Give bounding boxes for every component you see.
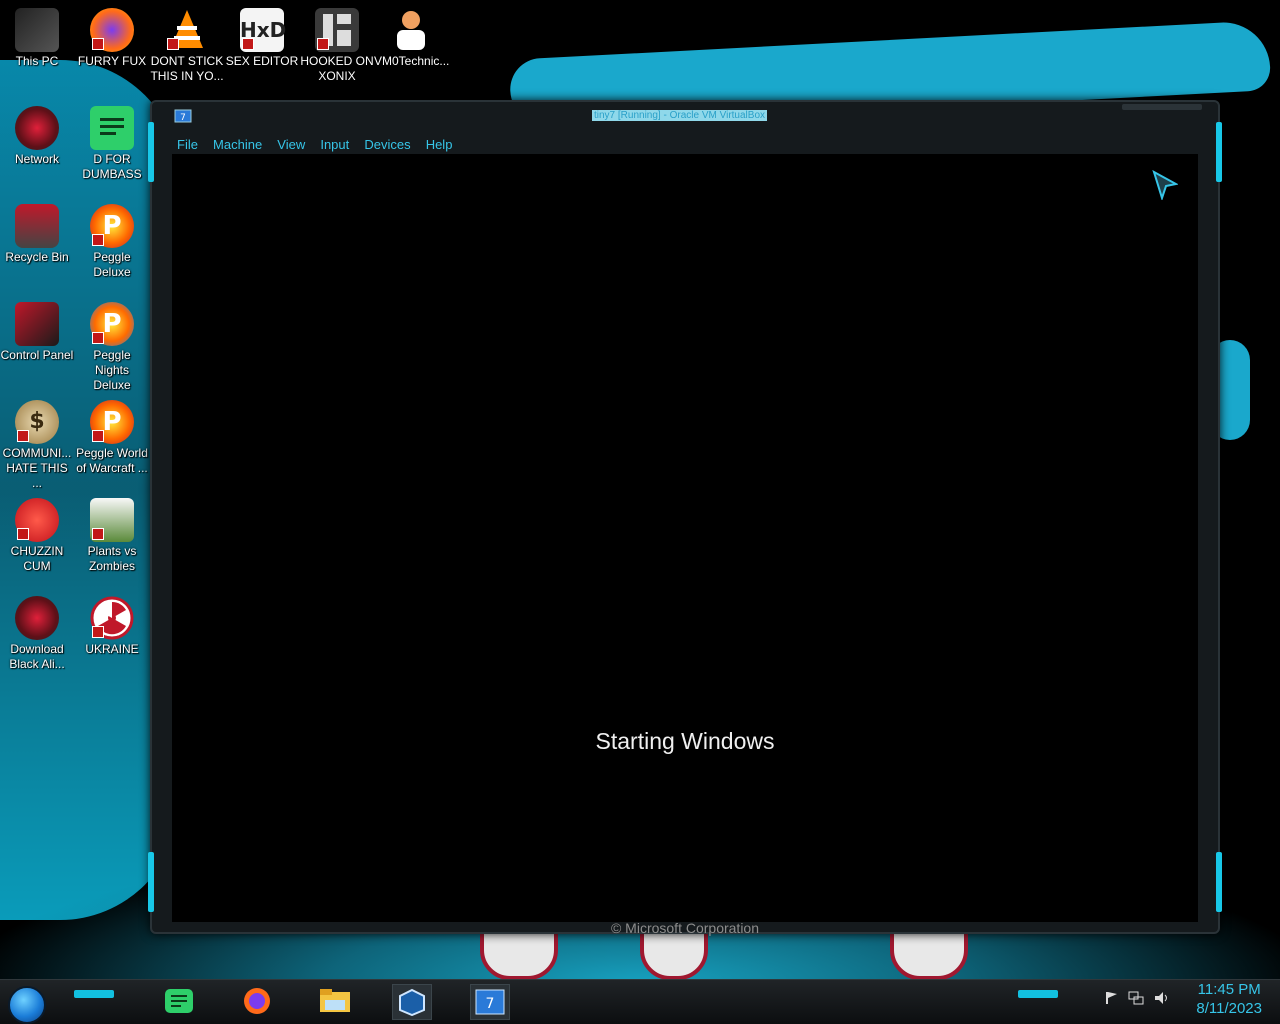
network-icon — [15, 106, 59, 150]
chuzzle-icon — [15, 498, 59, 542]
doctor-icon — [389, 8, 433, 52]
taskbar-explorer-button[interactable] — [316, 984, 354, 1018]
clock-time: 11:45 PM — [1197, 981, 1261, 998]
virtualbox-icon — [399, 988, 425, 1016]
desktop-icon-peggle-deluxe[interactable]: P Peggle Deluxe — [75, 204, 149, 280]
peggle-nights-icon: P — [90, 302, 134, 346]
xonix-icon — [315, 8, 359, 52]
file-explorer-icon — [320, 989, 350, 1012]
peggle-wow-icon: P — [90, 400, 134, 444]
svg-text:7: 7 — [180, 113, 186, 123]
virtualbox-window[interactable]: 7 tiny7 [Running] - Oracle VM VirtualBox… — [148, 100, 1222, 936]
desktop-icon-plants-vs-zombies[interactable]: Plants vs Zombies — [75, 498, 149, 574]
taskbar-decoration — [1018, 990, 1058, 998]
control-panel-icon — [15, 302, 59, 346]
system-tray — [1104, 990, 1170, 1009]
menu-machine[interactable]: Machine — [208, 136, 267, 154]
taskbar-virtualbox-button[interactable] — [392, 984, 432, 1020]
desktop-icon-furry-fux[interactable]: FURRY FUX — [75, 8, 149, 69]
frame-accent — [1216, 122, 1222, 182]
menu-file[interactable]: File — [172, 136, 203, 154]
firefox-icon — [244, 988, 270, 1014]
alien-icon — [15, 596, 59, 640]
windows7-vm-icon: 7 — [475, 989, 505, 1015]
taskbar-decoration — [74, 990, 114, 998]
desktop-icon-recycle-bin[interactable]: Recycle Bin — [0, 204, 74, 265]
menu-bar: File Machine View Input Devices Help — [172, 134, 1198, 156]
taskbar-vm-button[interactable]: 7 — [470, 984, 510, 1020]
menu-input[interactable]: Input — [315, 136, 354, 154]
peggle-icon: P — [90, 204, 134, 248]
network-tray-icon[interactable] — [1128, 990, 1144, 1009]
window-title: tiny7 [Running] - Oracle VM VirtualBox — [592, 110, 768, 121]
mouse-cursor-icon — [1152, 169, 1179, 204]
desktop-icon-chuzzin-cum[interactable]: CHUZZIN CUM — [0, 498, 74, 574]
taskbar-notes-button[interactable] — [160, 984, 198, 1018]
notes-icon — [165, 989, 193, 1013]
clock[interactable]: 11:45 PM 8/11/2023 — [1196, 980, 1262, 1018]
recycle-bin-icon — [15, 204, 59, 248]
boot-status-text: Starting Windows — [595, 728, 775, 754]
desktop-icon-peggle-nights[interactable]: P Peggle Nights Deluxe — [75, 302, 149, 393]
clock-date: 8/11/2023 — [1196, 1000, 1262, 1017]
svg-text:7: 7 — [486, 996, 495, 1012]
computer-icon — [15, 8, 59, 52]
taskbar-firefox-button[interactable] — [238, 984, 276, 1018]
desktop-icon-communi[interactable]: $ COMMUNI... HATE THIS ... — [0, 400, 74, 491]
menu-devices[interactable]: Devices — [359, 136, 415, 154]
plants-vs-zombies-icon — [90, 498, 134, 542]
caption-buttons[interactable] — [1122, 104, 1202, 110]
desktop-icon-vm0technic[interactable]: VM0Technic... — [374, 8, 449, 69]
desktop-icon-download-black-ali[interactable]: Download Black Ali... — [0, 596, 74, 672]
desktop-icon-peggle-wow[interactable]: P Peggle World of Warcraft ... — [75, 400, 149, 476]
money-bag-icon: $ — [15, 400, 59, 444]
window-titlebar[interactable]: 7 tiny7 [Running] - Oracle VM VirtualBox — [152, 102, 1218, 130]
start-button[interactable] — [8, 986, 46, 1024]
hxd-icon: HxD — [240, 8, 286, 52]
desktop-icon-d-for-dumbass[interactable]: D FOR DUMBASS — [75, 106, 149, 182]
virtualbox-icon: 7 — [174, 108, 192, 124]
desktop-icon-network[interactable]: Network — [0, 106, 74, 167]
taskbar: 7 11:45 PM 8/11/2023 — [0, 979, 1280, 1024]
copyright-text: © Microsoft Corporation — [610, 920, 760, 936]
menu-view[interactable]: View — [272, 136, 310, 154]
firefox-icon — [90, 8, 134, 52]
radiation-icon — [90, 596, 134, 640]
frame-accent — [1216, 852, 1222, 912]
desktop-icon-this-pc[interactable]: This PC — [0, 8, 74, 69]
desktop-icon-dont-stick[interactable]: DONT STICK THIS IN YO... — [150, 8, 224, 84]
menu-help[interactable]: Help — [421, 136, 458, 154]
vlc-cone-icon — [165, 8, 209, 52]
desktop-icon-ukraine[interactable]: UKRAINE — [75, 596, 149, 657]
desktop-icon-sex-editor[interactable]: HxD SEX EDITOR — [225, 8, 299, 69]
notes-icon — [90, 106, 134, 150]
frame-accent — [148, 852, 154, 912]
desktop-icon-hooked-on-xonix[interactable]: HOOKED ON XONIX — [300, 8, 374, 84]
desktop-icon-control-panel[interactable]: Control Panel — [0, 302, 74, 363]
vm-display[interactable]: Starting Windows © Microsoft Corporation — [172, 154, 1198, 936]
frame-accent — [148, 122, 154, 182]
flag-icon[interactable] — [1104, 990, 1118, 1009]
volume-icon[interactable] — [1154, 990, 1170, 1009]
